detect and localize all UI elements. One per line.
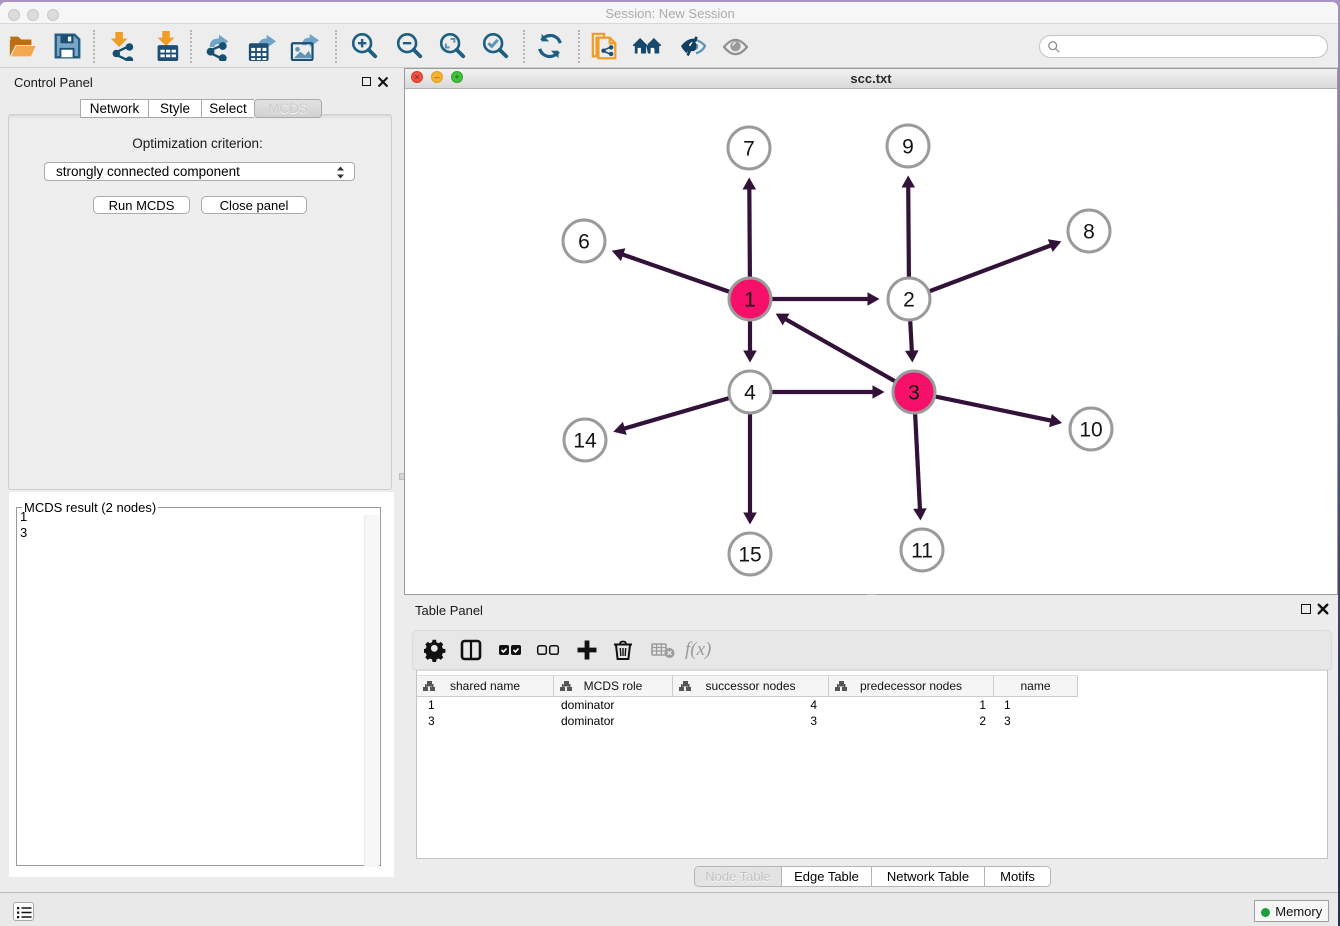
svg-text:7: 7	[743, 138, 755, 161]
svg-text:4: 4	[744, 382, 756, 405]
svg-text:14: 14	[573, 430, 597, 453]
svg-text:9: 9	[902, 136, 914, 159]
svg-text:11: 11	[911, 540, 933, 563]
svg-text:6: 6	[578, 231, 590, 254]
svg-text:2: 2	[903, 289, 915, 312]
svg-text:15: 15	[738, 544, 761, 567]
svg-text:8: 8	[1083, 221, 1095, 244]
svg-text:1: 1	[744, 289, 756, 312]
svg-text:3: 3	[908, 382, 920, 405]
svg-text:10: 10	[1079, 419, 1102, 442]
